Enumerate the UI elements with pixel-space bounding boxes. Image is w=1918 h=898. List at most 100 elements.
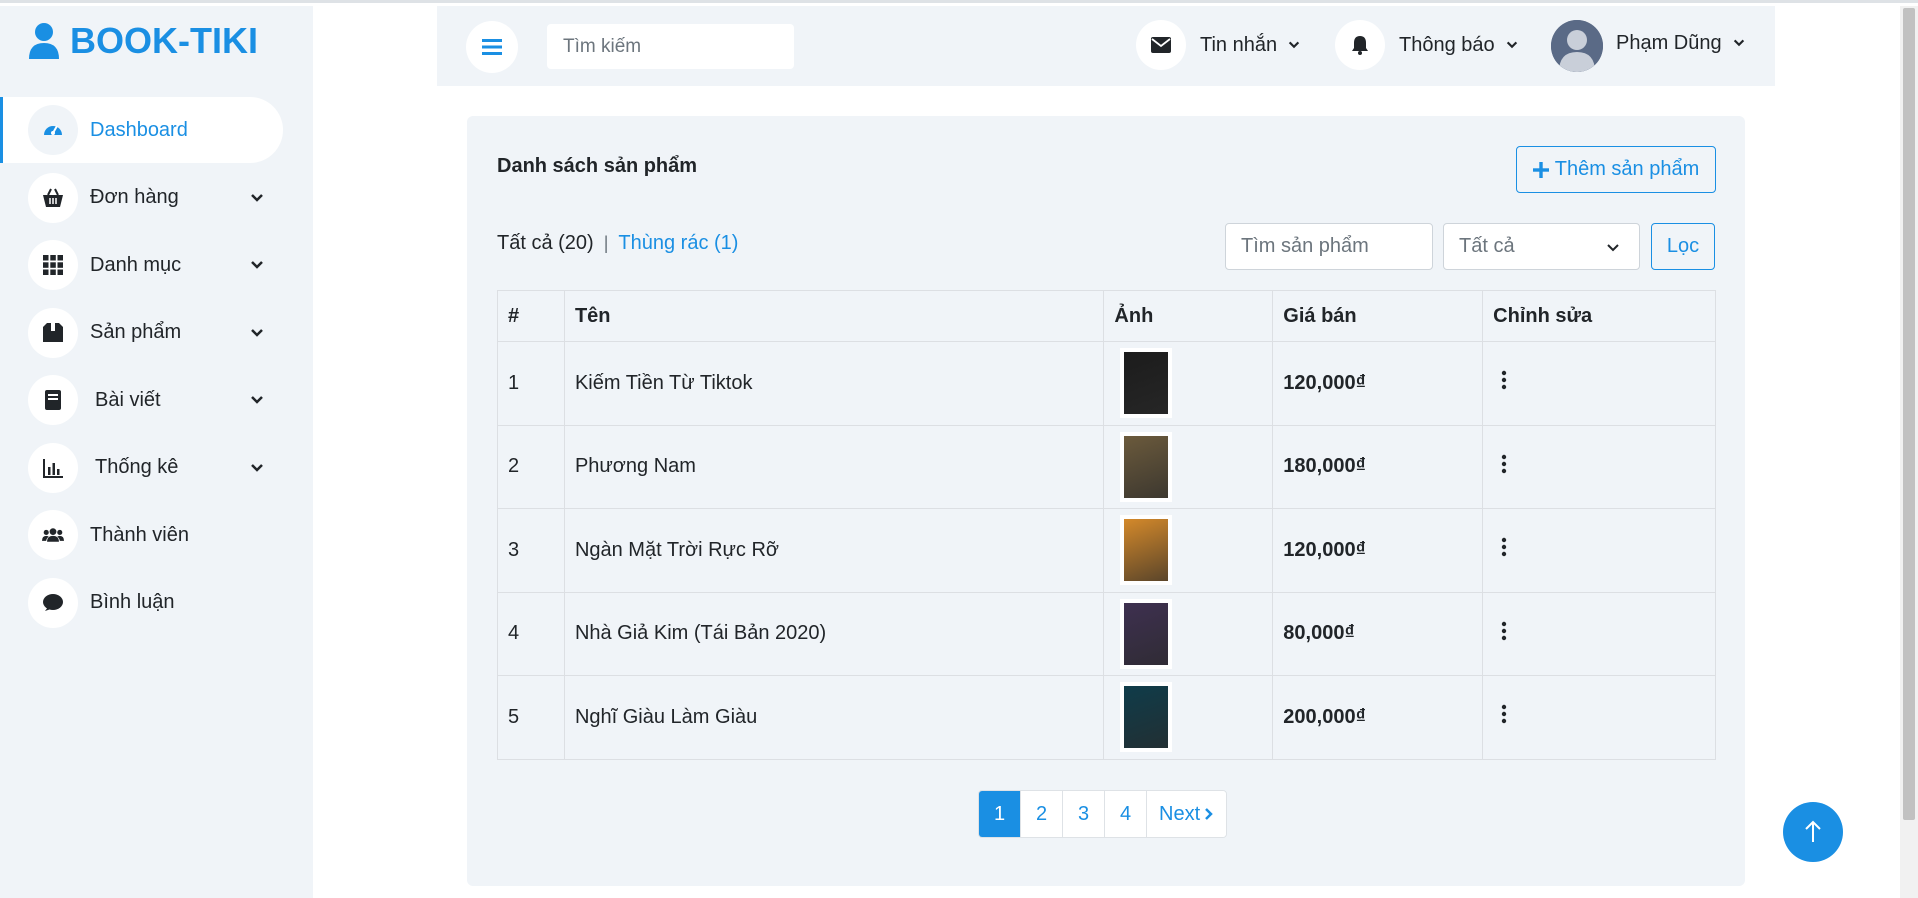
- hamburger-icon: [482, 39, 502, 55]
- pagination: 1 2 3 4 Next: [978, 790, 1228, 838]
- product-name: Nhà Giả Kim (Tái Bản 2020): [563, 591, 1105, 676]
- grid-icon: [28, 240, 78, 290]
- sidebar-item-statistics[interactable]: Thống kê: [0, 435, 313, 501]
- column-header-name: Tên: [563, 290, 1105, 342]
- sidebar-item-orders[interactable]: Đơn hàng: [0, 165, 313, 231]
- brand-name: BOOK-TIKI: [70, 20, 258, 61]
- more-vertical-icon[interactable]: [1501, 370, 1507, 390]
- messages-dropdown[interactable]: Tin nhắn: [1200, 20, 1301, 70]
- table-row: 2 Phương Nam 180,000₫: [497, 424, 1716, 509]
- scroll-to-top-button[interactable]: [1783, 802, 1843, 862]
- product-image-cell: [1103, 508, 1274, 593]
- row-actions-cell: [1482, 675, 1716, 760]
- product-price: 120,000₫: [1272, 508, 1484, 593]
- user-icon: [29, 23, 59, 59]
- sidebar-item-members[interactable]: Thành viên: [0, 502, 313, 568]
- page-3-button[interactable]: 3: [1063, 791, 1105, 837]
- page-1-button[interactable]: 1: [979, 791, 1021, 837]
- row-actions-cell: [1482, 508, 1716, 593]
- add-product-label: Thêm sản phẩm: [1554, 158, 1700, 180]
- basket-icon: [28, 172, 78, 223]
- product-image-cell: [1103, 675, 1274, 760]
- chevron-down-icon: [251, 463, 263, 472]
- table-row: 4 Nhà Giả Kim (Tái Bản 2020) 80,000₫: [497, 591, 1716, 676]
- bell-icon: [1352, 36, 1368, 55]
- sidebar-item-products[interactable]: Sản phẩm: [0, 300, 313, 366]
- sidebar-item-label: Danh mục: [90, 253, 182, 276]
- table-row: 3 Ngàn Mặt Trời Rực Rỡ 120,000₫: [497, 508, 1716, 593]
- filter-button[interactable]: Lọc: [1651, 223, 1715, 270]
- notifications-dropdown[interactable]: Thông báo: [1399, 20, 1519, 70]
- add-product-button[interactable]: Thêm sản phẩm: [1516, 146, 1716, 193]
- book-cover-image: [1124, 519, 1169, 582]
- menu-toggle-button[interactable]: [466, 21, 518, 73]
- chevron-down-icon: [251, 328, 263, 337]
- table-row: 5 Nghĩ Giàu Làm Giàu 200,000₫: [497, 675, 1716, 760]
- product-table: # Tên Ảnh Giá bán Chỉnh sửa 1 Kiếm Tiền …: [497, 290, 1716, 760]
- more-vertical-icon[interactable]: [1501, 621, 1507, 641]
- sidebar-item-label: Thống kê: [95, 456, 179, 478]
- envelope-icon: [1151, 37, 1171, 53]
- chevron-down-icon: [251, 261, 263, 269]
- product-price: 80,000₫: [1272, 591, 1484, 676]
- sidebar-item-label: Dashboard: [90, 118, 188, 141]
- chevron-down-icon: [251, 193, 263, 202]
- product-image-cell: [1103, 424, 1274, 509]
- page-4-button[interactable]: 4: [1105, 791, 1147, 837]
- more-vertical-icon[interactable]: [1501, 454, 1507, 474]
- filter-all-link[interactable]: Tất cả (20): [497, 232, 594, 255]
- sidebar-nav: Dashboard Đơn hàng Danh mục Sản phẩm Bài…: [0, 97, 313, 637]
- book-cover-image: [1124, 352, 1169, 415]
- messages-button[interactable]: [1136, 20, 1186, 70]
- product-search-input[interactable]: [1225, 223, 1433, 270]
- notifications-label: Thông báo: [1399, 33, 1495, 56]
- row-actions-cell: [1482, 424, 1716, 509]
- page-title: Danh sách sản phẩm: [497, 155, 698, 177]
- chevron-down-icon: [1506, 41, 1517, 49]
- column-header-image: Ảnh: [1103, 290, 1274, 342]
- product-image-cell: [1103, 591, 1274, 676]
- more-vertical-icon[interactable]: [1501, 537, 1507, 557]
- avatar[interactable]: [1551, 20, 1603, 72]
- arrow-up-icon: [1805, 820, 1821, 842]
- filter-separator: |: [603, 233, 609, 253]
- gauge-icon: [28, 105, 78, 155]
- messages-label: Tin nhắn: [1200, 33, 1278, 56]
- category-select-value: Tất cả: [1459, 235, 1515, 257]
- product-name: Nghĩ Giàu Làm Giàu: [563, 675, 1105, 760]
- user-menu-dropdown[interactable]: Phạm Dũng: [1616, 18, 1746, 68]
- table-header-row: # Tên Ảnh Giá bán Chỉnh sửa: [497, 290, 1716, 342]
- product-name: Phương Nam: [563, 424, 1105, 509]
- sidebar-item-label: Bình luận: [90, 591, 175, 613]
- brand-logo[interactable]: BOOK-TIKI: [28, 19, 258, 63]
- sidebar-item-label: Sản phẩm: [90, 321, 182, 343]
- row-actions-cell: [1482, 591, 1716, 676]
- chevron-right-icon: [1205, 808, 1213, 820]
- status-filter: Tất cả (20) | Thùng rác (1): [497, 232, 738, 255]
- filter-trash-link[interactable]: Thùng rác (1): [618, 232, 738, 255]
- product-price: 200,000₫: [1272, 675, 1484, 760]
- next-page-button[interactable]: Next: [1147, 791, 1227, 837]
- users-icon: [28, 510, 78, 560]
- notifications-button[interactable]: [1335, 20, 1385, 70]
- sidebar-item-comments[interactable]: Bình luận: [0, 570, 313, 636]
- row-index: 4: [497, 591, 565, 676]
- chevron-down-icon: [1733, 39, 1744, 47]
- product-price: 180,000₫: [1272, 424, 1484, 509]
- more-vertical-icon[interactable]: [1501, 704, 1507, 724]
- product-image-cell: [1103, 341, 1274, 426]
- row-index: 1: [497, 341, 565, 426]
- bar-chart-icon: [28, 442, 78, 493]
- search-input[interactable]: [547, 24, 794, 69]
- scrollbar-thumb[interactable]: [1903, 8, 1915, 820]
- sidebar-item-posts[interactable]: Bài viết: [0, 367, 313, 433]
- row-index: 5: [497, 675, 565, 760]
- sidebar-item-label: Bài viết: [95, 388, 161, 411]
- category-select[interactable]: Tất cả: [1443, 223, 1640, 270]
- chevron-down-icon: [1607, 244, 1619, 252]
- page-2-button[interactable]: 2: [1021, 791, 1063, 837]
- sidebar-item-dashboard[interactable]: Dashboard: [0, 97, 283, 163]
- book-cover-image: [1124, 435, 1169, 498]
- table-row: 1 Kiếm Tiền Từ Tiktok 120,000₫: [497, 341, 1716, 426]
- sidebar-item-categories[interactable]: Danh mục: [0, 232, 313, 298]
